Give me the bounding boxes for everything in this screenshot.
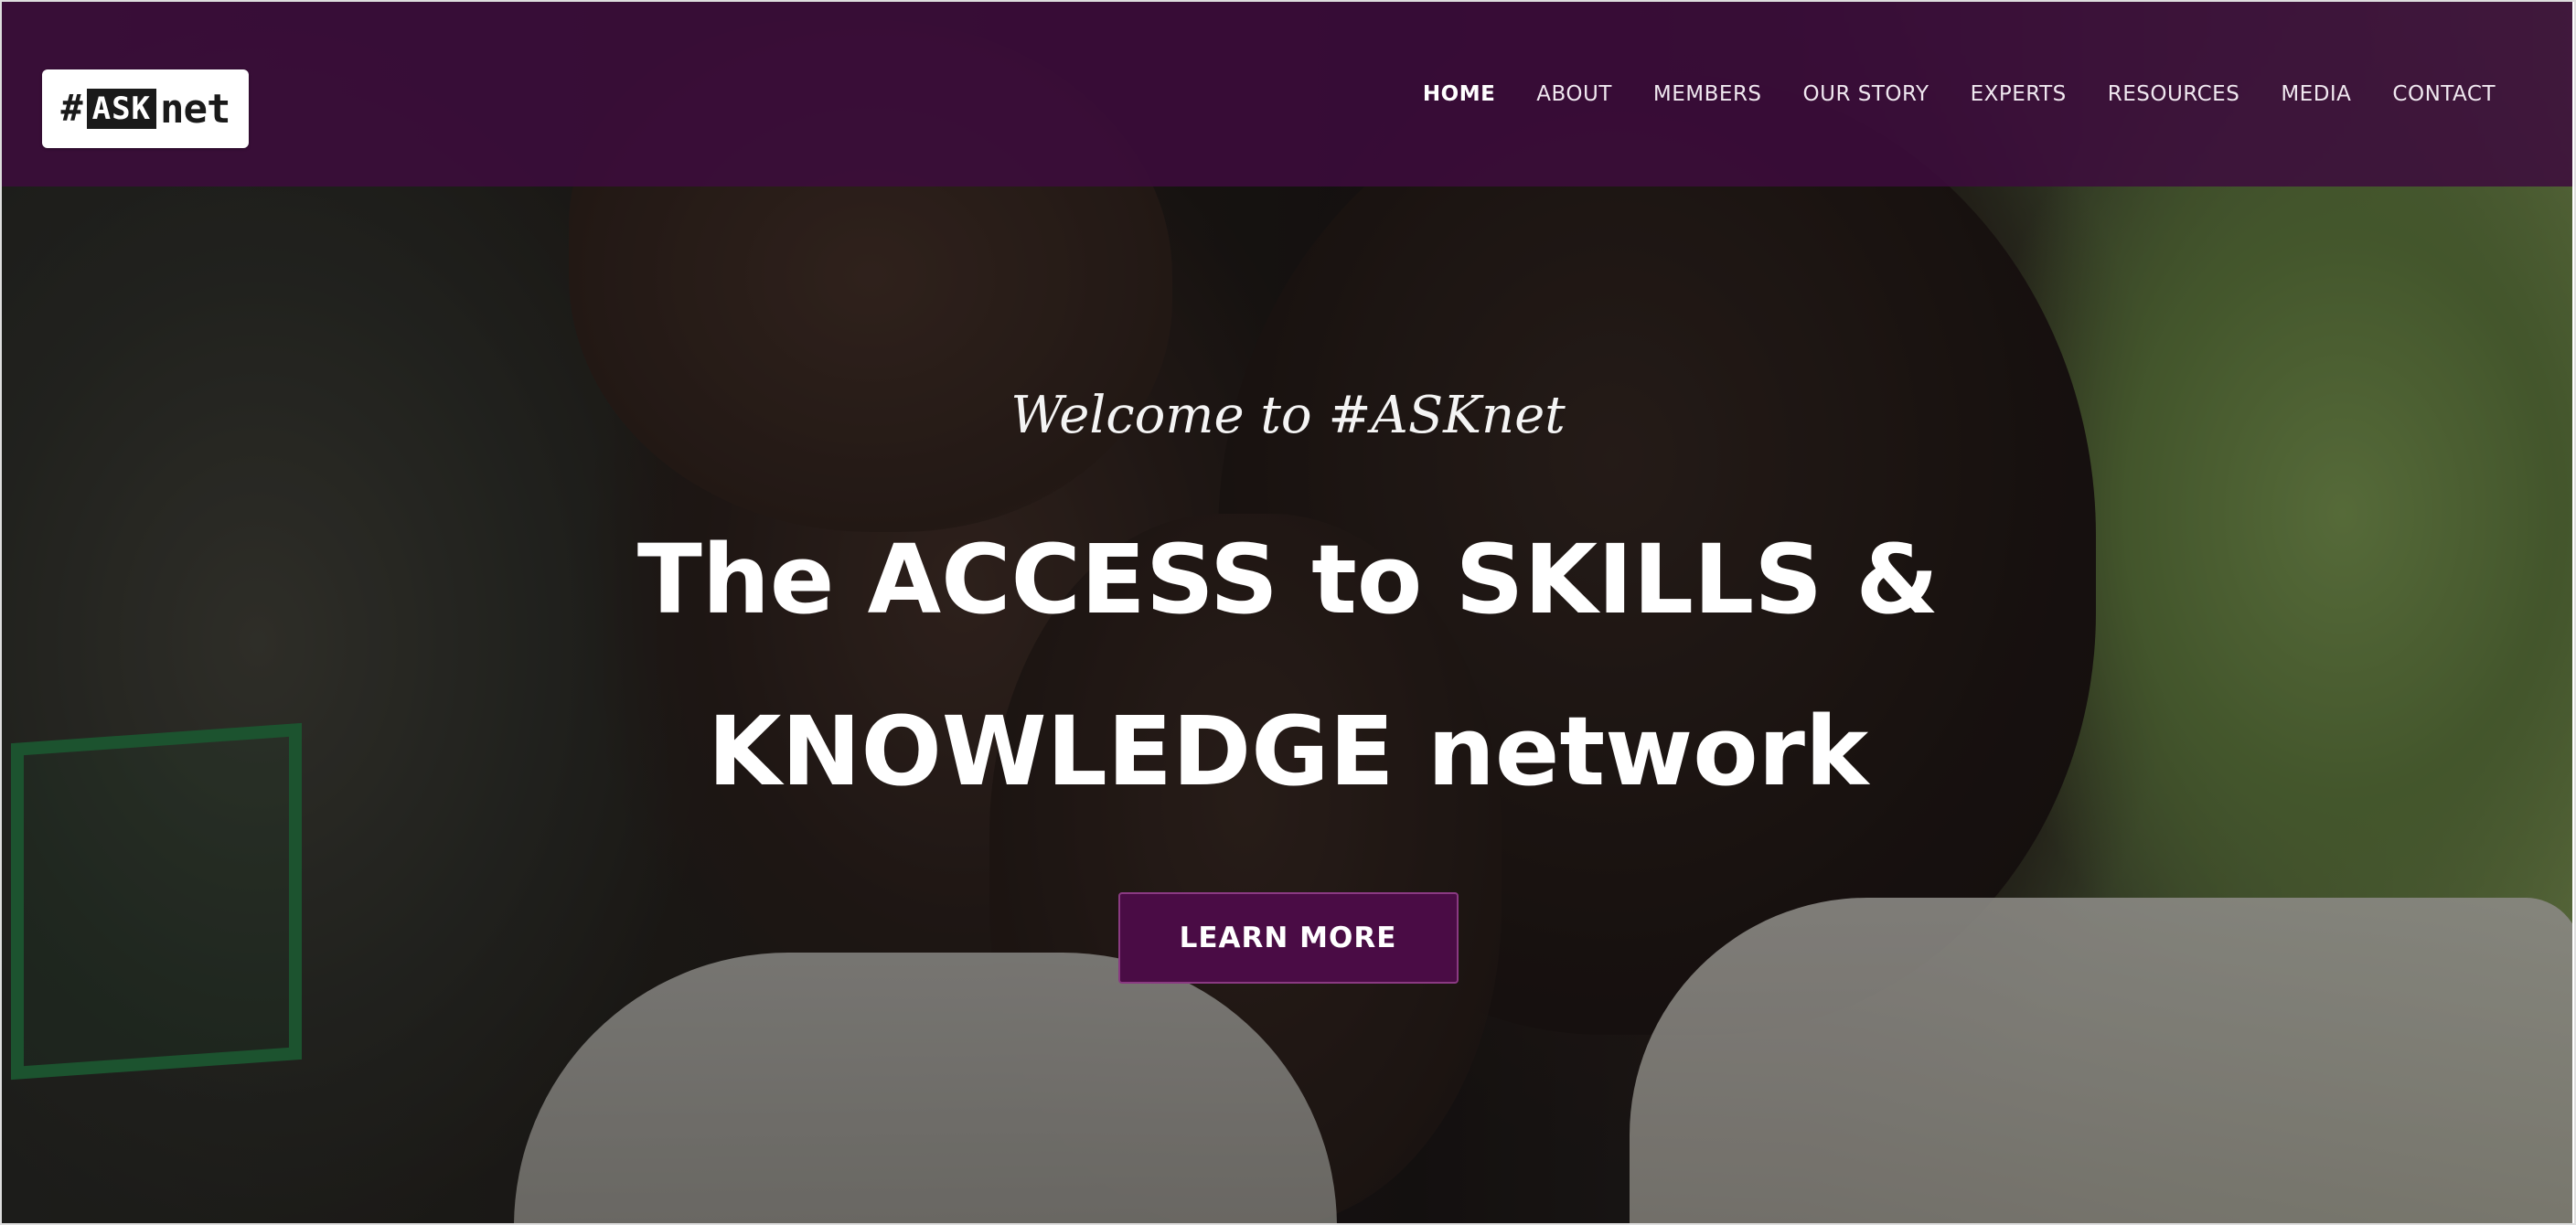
nav-item-media: MEDIA	[2281, 82, 2351, 106]
nav-link-resources[interactable]: RESOURCES	[2108, 82, 2240, 106]
logo-net: net	[160, 85, 230, 133]
nav-link-home[interactable]: HOME	[1423, 82, 1495, 106]
nav-item-our-story: OUR STORY	[1803, 82, 1929, 106]
hero-content: Welcome to #ASKnet The ACCESS to SKILLS …	[0, 384, 2576, 984]
nav-link-media[interactable]: MEDIA	[2281, 82, 2351, 106]
nav-item-home: HOME	[1423, 82, 1495, 106]
nav-list: HOME ABOUT MEMBERS OUR STORY EXPERTS RES…	[1423, 82, 2496, 106]
nav-link-contact[interactable]: CONTACT	[2392, 82, 2496, 106]
nav-link-members[interactable]: MEMBERS	[1653, 82, 1762, 106]
hero-headline-line-2: KNOWLEDGE network	[707, 696, 1869, 807]
hero-headline-line-1: The ACCESS to SKILLS &	[636, 524, 1940, 635]
nav-item-members: MEMBERS	[1653, 82, 1762, 106]
asknet-logo[interactable]: # ASK net	[42, 69, 249, 148]
nav-item-resources: RESOURCES	[2108, 82, 2240, 106]
nav-item-contact: CONTACT	[2392, 82, 2496, 106]
nav-link-about[interactable]: ABOUT	[1536, 82, 1612, 106]
hero-headline: The ACCESS to SKILLS & KNOWLEDGE network	[0, 494, 2576, 837]
learn-more-button[interactable]: LEARN MORE	[1117, 892, 1459, 984]
page: # ASK net HOME ABOUT MEMBERS OUR STORY E…	[0, 0, 2576, 1225]
logo-hash: #	[60, 88, 83, 130]
nav-link-our-story[interactable]: OUR STORY	[1803, 82, 1929, 106]
nav-link-experts[interactable]: EXPERTS	[1971, 82, 2067, 106]
logo-ask: ASK	[86, 89, 157, 129]
site-header: # ASK net HOME ABOUT MEMBERS OUR STORY E…	[2, 2, 2572, 186]
nav-item-about: ABOUT	[1536, 82, 1612, 106]
hero-welcome-text: Welcome to #ASKnet	[1010, 386, 1566, 445]
nav-item-experts: EXPERTS	[1971, 82, 2067, 106]
